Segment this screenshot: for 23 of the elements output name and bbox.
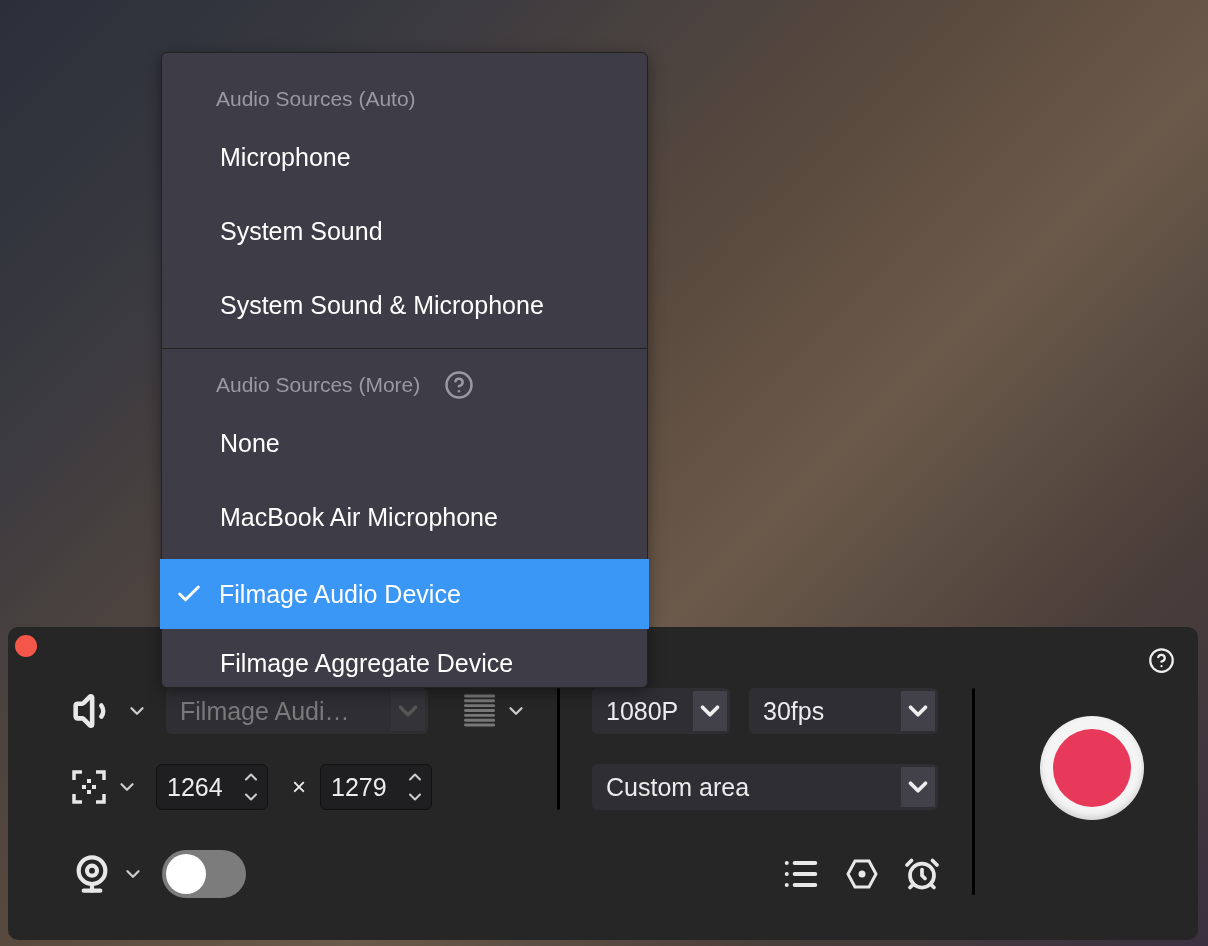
height-field[interactable]: 1279 <box>320 764 432 810</box>
chevron-down-icon[interactable] <box>901 691 935 731</box>
times-sign: × <box>292 773 306 801</box>
frame-rate-dropdown[interactable]: 30fps <box>749 688 938 734</box>
menu-item[interactable]: System Sound <box>162 194 647 268</box>
menu-section-header: Audio Sources (Auto) <box>216 86 416 111</box>
region-select-icon[interactable] <box>72 770 106 804</box>
menu-item[interactable]: Microphone <box>162 120 647 194</box>
level-lines-icon[interactable] <box>463 694 495 728</box>
menu-item[interactable]: None <box>162 406 647 480</box>
menu-section-header: Audio Sources (More) <box>216 372 421 397</box>
menu-item[interactable]: System Sound & Microphone <box>162 268 647 342</box>
width-field[interactable]: 1264 <box>156 764 268 810</box>
webcam-toggle[interactable] <box>162 850 246 898</box>
chevron-down-icon[interactable] <box>901 767 935 807</box>
alarm-clock-icon[interactable] <box>904 856 940 892</box>
resolution-dropdown[interactable]: 1080P <box>592 688 730 734</box>
menu-item[interactable]: Filmage Aggregate Device <box>162 629 647 688</box>
chevron-down-icon[interactable] <box>693 691 727 731</box>
menu-item[interactable]: MacBook Air Microphone <box>162 480 647 554</box>
help-icon[interactable] <box>1148 647 1175 674</box>
close-button[interactable] <box>15 635 37 657</box>
area-dropdown[interactable]: Custom area <box>592 764 938 810</box>
